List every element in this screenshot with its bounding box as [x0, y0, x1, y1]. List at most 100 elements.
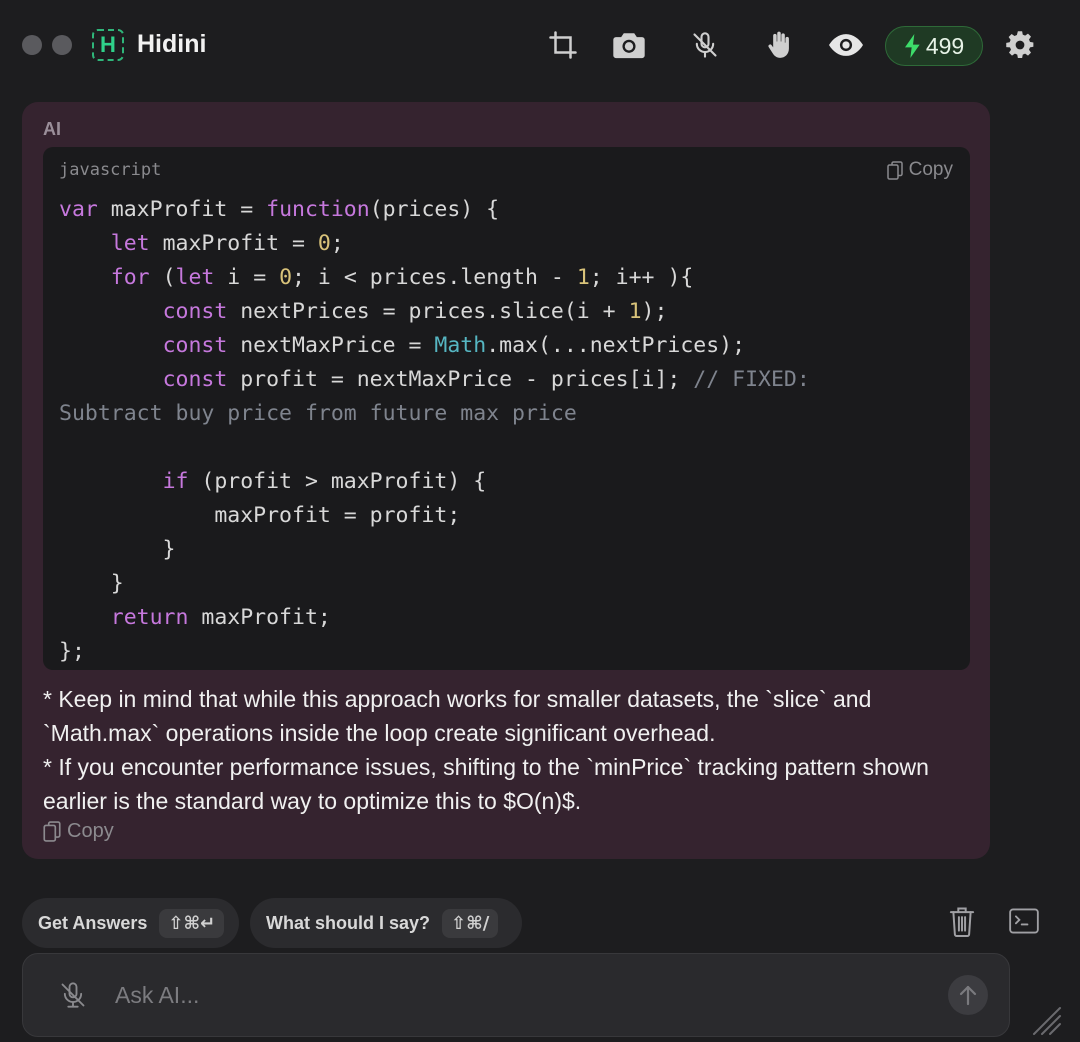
credits-count: 499: [925, 32, 965, 59]
terminal-button[interactable]: [1009, 908, 1039, 939]
code-token: for: [110, 265, 150, 290]
code-copy-button[interactable]: Copy: [886, 159, 953, 181]
code-line: };: [59, 635, 810, 669]
code-token: i =: [214, 265, 280, 290]
code-line: let maxProfit = 0;: [59, 227, 810, 261]
code-line: }: [59, 567, 810, 601]
code-token: };: [59, 639, 85, 664]
ai-message-card: AI javascript Copy var maxProfit = funct…: [22, 102, 990, 859]
ask-ai-input[interactable]: [113, 976, 917, 1014]
visibility-button[interactable]: [829, 28, 863, 62]
send-button[interactable]: [948, 975, 988, 1015]
get-answers-button[interactable]: Get Answers ⇧⌘↵: [22, 898, 239, 948]
code-token: let: [175, 265, 215, 290]
camera-icon: [613, 33, 645, 59]
what-should-i-say-label: What should I say?: [266, 912, 431, 933]
code-token: 0: [317, 231, 331, 256]
arrow-up-icon: [959, 985, 977, 1006]
code-token: 1: [576, 265, 590, 290]
code-token: );: [641, 299, 668, 324]
code-token: maxProfit = profit;: [59, 503, 461, 528]
app-logo-icon: H: [92, 29, 124, 61]
code-token: const: [162, 333, 228, 358]
input-mic-button[interactable]: [59, 980, 87, 1015]
code-token: profit = nextMaxPrice - prices[i];: [227, 367, 694, 392]
code-token: .max(...nextPrices);: [486, 333, 746, 358]
app-window: H Hidini 499 AI javascript Copy var maxP…: [0, 0, 1080, 1042]
code-token: }: [59, 571, 124, 596]
code-token: maxProfit;: [188, 605, 331, 630]
credits-badge[interactable]: 499: [885, 26, 983, 66]
message-copy-label: Copy: [67, 820, 114, 842]
code-line: Subtract buy price from future max price: [59, 397, 810, 431]
mic-off-icon: [693, 32, 717, 58]
ai-label: AI: [43, 119, 61, 139]
code-token: maxProfit =: [149, 231, 318, 256]
code-token: nextMaxPrice =: [227, 333, 435, 358]
code-token: nextPrices = prices.slice(i +: [227, 299, 629, 324]
response-paragraph: * Keep in mind that while this approach …: [43, 686, 872, 746]
code-token: const: [162, 299, 228, 324]
code-token: if: [162, 469, 189, 494]
response-paragraph: * If you encounter performance issues, s…: [43, 754, 929, 814]
message-copy-button[interactable]: Copy: [43, 820, 114, 843]
code-token: (: [149, 265, 176, 290]
get-answers-label: Get Answers: [38, 912, 148, 933]
resize-handle[interactable]: [1030, 1004, 1062, 1041]
code-language: javascript: [59, 160, 162, 180]
code-token: let: [110, 231, 150, 256]
code-token: 0: [279, 265, 293, 290]
code-copy-label: Copy: [908, 159, 953, 180]
gear-icon: [1006, 31, 1034, 58]
code-token: var: [59, 197, 98, 222]
code-token: (prices) {: [369, 197, 500, 222]
title-bar: H Hidini 499: [0, 0, 1080, 90]
app-title: Hidini: [137, 30, 207, 58]
clear-chat-button[interactable]: [948, 906, 976, 943]
eye-icon: [829, 34, 863, 56]
code-token: 1: [628, 299, 642, 324]
mute-mic-button[interactable]: [688, 28, 722, 62]
code-line: if (profit > maxProfit) {: [59, 465, 810, 499]
code-line: var maxProfit = function(prices) {: [59, 193, 810, 227]
code-line: for (let i = 0; i < prices.length - 1; i…: [59, 261, 810, 295]
screenshot-button[interactable]: [612, 28, 646, 62]
chat-input-box: [22, 953, 1010, 1037]
code-block: javascript Copy var maxProfit = function…: [43, 147, 970, 670]
settings-button[interactable]: [1003, 28, 1037, 62]
terminal-icon: [1009, 908, 1039, 934]
code-token: function: [266, 197, 370, 222]
code-token: (profit > maxProfit) {: [188, 469, 487, 494]
code-line: const nextMaxPrice = Math.max(...nextPri…: [59, 329, 810, 363]
code-line: maxProfit = profit;: [59, 499, 810, 533]
what-should-i-say-shortcut: ⇧⌘/: [442, 908, 499, 938]
code-line: }: [59, 533, 810, 567]
code-content: var maxProfit = function(prices) { let m…: [59, 193, 810, 669]
crop-button[interactable]: [546, 28, 580, 62]
code-token: Subtract buy price from future max price: [59, 401, 577, 426]
code-token: }: [59, 537, 176, 562]
code-line: const profit = nextMaxPrice - prices[i];…: [59, 363, 810, 397]
copy-icon: [886, 160, 903, 180]
lightning-icon: [904, 34, 920, 58]
window-close-button[interactable]: [22, 35, 42, 55]
hand-icon: [768, 31, 789, 58]
mic-off-icon: [61, 982, 85, 1008]
code-token: ; i < prices.length -: [292, 265, 577, 290]
hand-button[interactable]: [762, 28, 796, 62]
code-line: return maxProfit;: [59, 601, 810, 635]
resize-grip-icon: [1033, 1007, 1061, 1035]
window-minimize-button[interactable]: [52, 35, 72, 55]
ai-response-text: * Keep in mind that while this approach …: [43, 682, 978, 818]
code-token: // FIXED:: [693, 367, 810, 392]
crop-icon: [549, 31, 577, 59]
what-should-i-say-button[interactable]: What should I say? ⇧⌘/: [250, 898, 522, 948]
